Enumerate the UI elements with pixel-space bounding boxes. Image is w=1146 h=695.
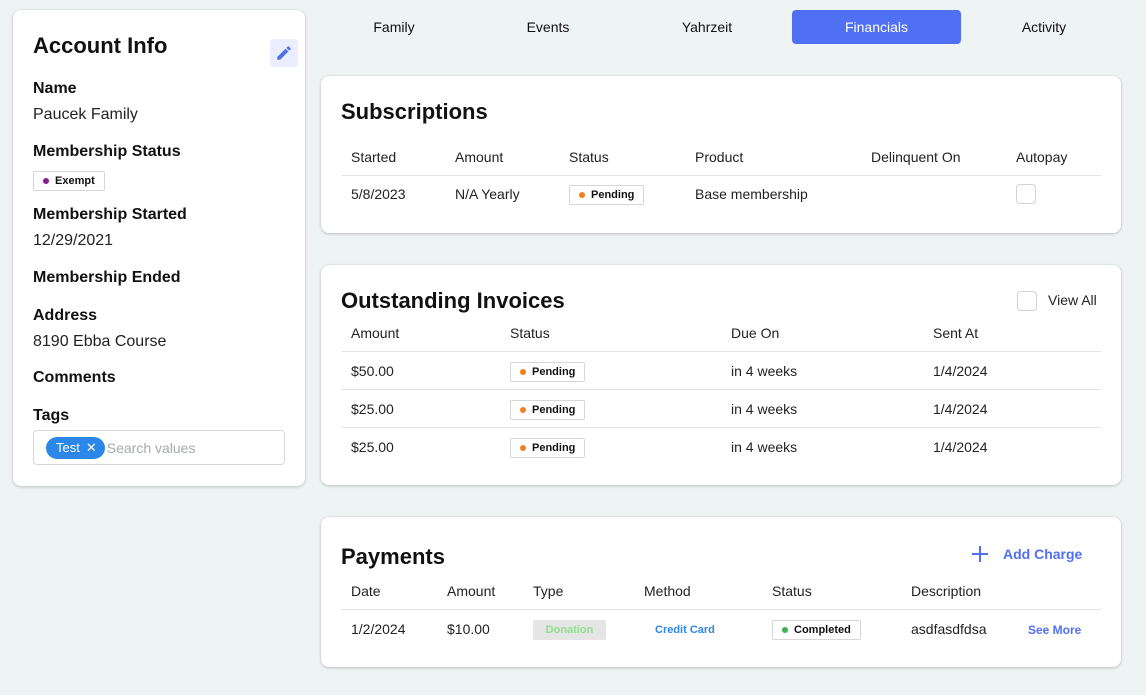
invoice-sent-at: 1/4/2024 [933, 401, 988, 417]
divider [341, 609, 1101, 610]
tag-chip-label: Test [56, 440, 80, 455]
column-header: Date [351, 583, 381, 599]
tab-family[interactable]: Family [310, 10, 478, 44]
column-header: Type [533, 583, 564, 599]
divider [341, 351, 1101, 352]
tab-bar: Family Events Yahrzeit Financials Activi… [310, 10, 1126, 44]
divider [341, 175, 1101, 176]
column-header: Started [351, 149, 397, 165]
column-header: Description [911, 583, 982, 599]
tags-search-input[interactable] [106, 439, 257, 456]
add-charge-label: Add Charge [1003, 546, 1083, 562]
invoice-amount: $25.00 [351, 439, 394, 455]
tags-label: Tags [33, 407, 70, 424]
divider [341, 389, 1101, 390]
membership-started-value: 12/29/2021 [33, 232, 114, 249]
status-badge: Pending [510, 438, 586, 458]
status-text: Pending [591, 189, 635, 201]
plus-icon [972, 546, 988, 562]
payment-method-link[interactable]: Credit Card [655, 624, 715, 636]
membership-status-label: Membership Status [33, 143, 181, 160]
tab-events[interactable]: Events [464, 10, 632, 44]
add-charge-button[interactable]: Add Charge [971, 545, 1082, 563]
autopay-checkbox[interactable] [1016, 184, 1036, 204]
see-more-link[interactable]: See More [1028, 623, 1081, 637]
column-header: Product [695, 149, 744, 165]
status-badge: Completed [772, 620, 861, 640]
tab-financials[interactable]: Financials [792, 10, 961, 44]
subscription-started: 5/8/2023 [351, 186, 406, 202]
payment-description: asdfasdfdsa [911, 621, 987, 637]
membership-started-label: Membership Started [33, 206, 187, 223]
membership-status-value: Exempt [55, 175, 95, 187]
status-text: Pending [532, 404, 576, 416]
comments-label: Comments [33, 369, 116, 386]
status-dot-icon [579, 192, 585, 198]
invoices-title: Outstanding Invoices [341, 288, 565, 313]
invoice-due-on: in 4 weeks [731, 401, 798, 417]
payments-title: Payments [341, 544, 445, 569]
address-label: Address [33, 307, 98, 324]
status-badge: Pending [510, 400, 586, 420]
status-dot-icon [520, 407, 526, 413]
membership-ended-label: Membership Ended [33, 269, 181, 286]
edit-account-button[interactable] [270, 39, 298, 67]
address-value: 8190 Ebba Course [33, 333, 167, 350]
view-all-checkbox[interactable] [1017, 291, 1037, 311]
account-info-card: Account Info Name Paucek Family Membersh… [13, 10, 305, 486]
invoice-amount: $25.00 [351, 401, 394, 417]
name-value: Paucek Family [33, 106, 138, 123]
divider [341, 427, 1101, 428]
name-label: Name [33, 80, 77, 97]
invoice-sent-at: 1/4/2024 [933, 363, 988, 379]
status-badge: Pending [569, 185, 645, 205]
pencil-icon [277, 46, 291, 60]
column-header: Status [510, 325, 550, 341]
payment-type-badge: Donation [533, 620, 606, 640]
account-info-title: Account Info [33, 33, 168, 58]
status-dot-icon [520, 369, 526, 375]
payment-amount: $10.00 [447, 621, 490, 637]
status-text: Pending [532, 442, 576, 454]
tags-field[interactable]: Test ✕ [33, 430, 285, 465]
remove-tag-icon[interactable]: ✕ [86, 440, 97, 456]
view-all-label[interactable]: View All [1048, 292, 1097, 308]
invoice-amount: $50.00 [351, 363, 394, 379]
status-dot-icon [520, 445, 526, 451]
tag-chip[interactable]: Test ✕ [46, 436, 105, 459]
column-header: Status [569, 149, 609, 165]
tab-activity[interactable]: Activity [960, 10, 1128, 44]
subscription-product: Base membership [695, 186, 808, 202]
status-dot-icon [782, 627, 788, 633]
payments-card: Payments Add Charge Date Amount Type Met… [321, 517, 1121, 667]
status-text: Pending [532, 366, 576, 378]
invoice-due-on: in 4 weeks [731, 363, 798, 379]
outstanding-invoices-card: Outstanding Invoices View All Amount Sta… [321, 265, 1121, 485]
subscriptions-title: Subscriptions [341, 99, 488, 124]
status-badge: Pending [510, 362, 586, 382]
column-header: Amount [351, 325, 400, 341]
column-header: Amount [455, 149, 504, 165]
column-header: Autopay [1016, 149, 1068, 165]
status-text: Completed [794, 624, 851, 636]
membership-status-badge: Exempt [33, 171, 105, 191]
column-header: Due On [731, 325, 780, 341]
column-header: Amount [447, 583, 496, 599]
column-header: Delinquent On [871, 149, 961, 165]
column-header: Status [772, 583, 812, 599]
invoice-due-on: in 4 weeks [731, 439, 798, 455]
subscription-amount: N/A Yearly [455, 186, 520, 202]
invoice-sent-at: 1/4/2024 [933, 439, 988, 455]
status-dot-icon [43, 178, 49, 184]
column-header: Method [644, 583, 691, 599]
payment-date: 1/2/2024 [351, 621, 406, 637]
tab-yahrzeit[interactable]: Yahrzeit [623, 10, 791, 44]
column-header: Sent At [933, 325, 979, 341]
subscriptions-card: Subscriptions Started Amount Status Prod… [321, 76, 1121, 233]
